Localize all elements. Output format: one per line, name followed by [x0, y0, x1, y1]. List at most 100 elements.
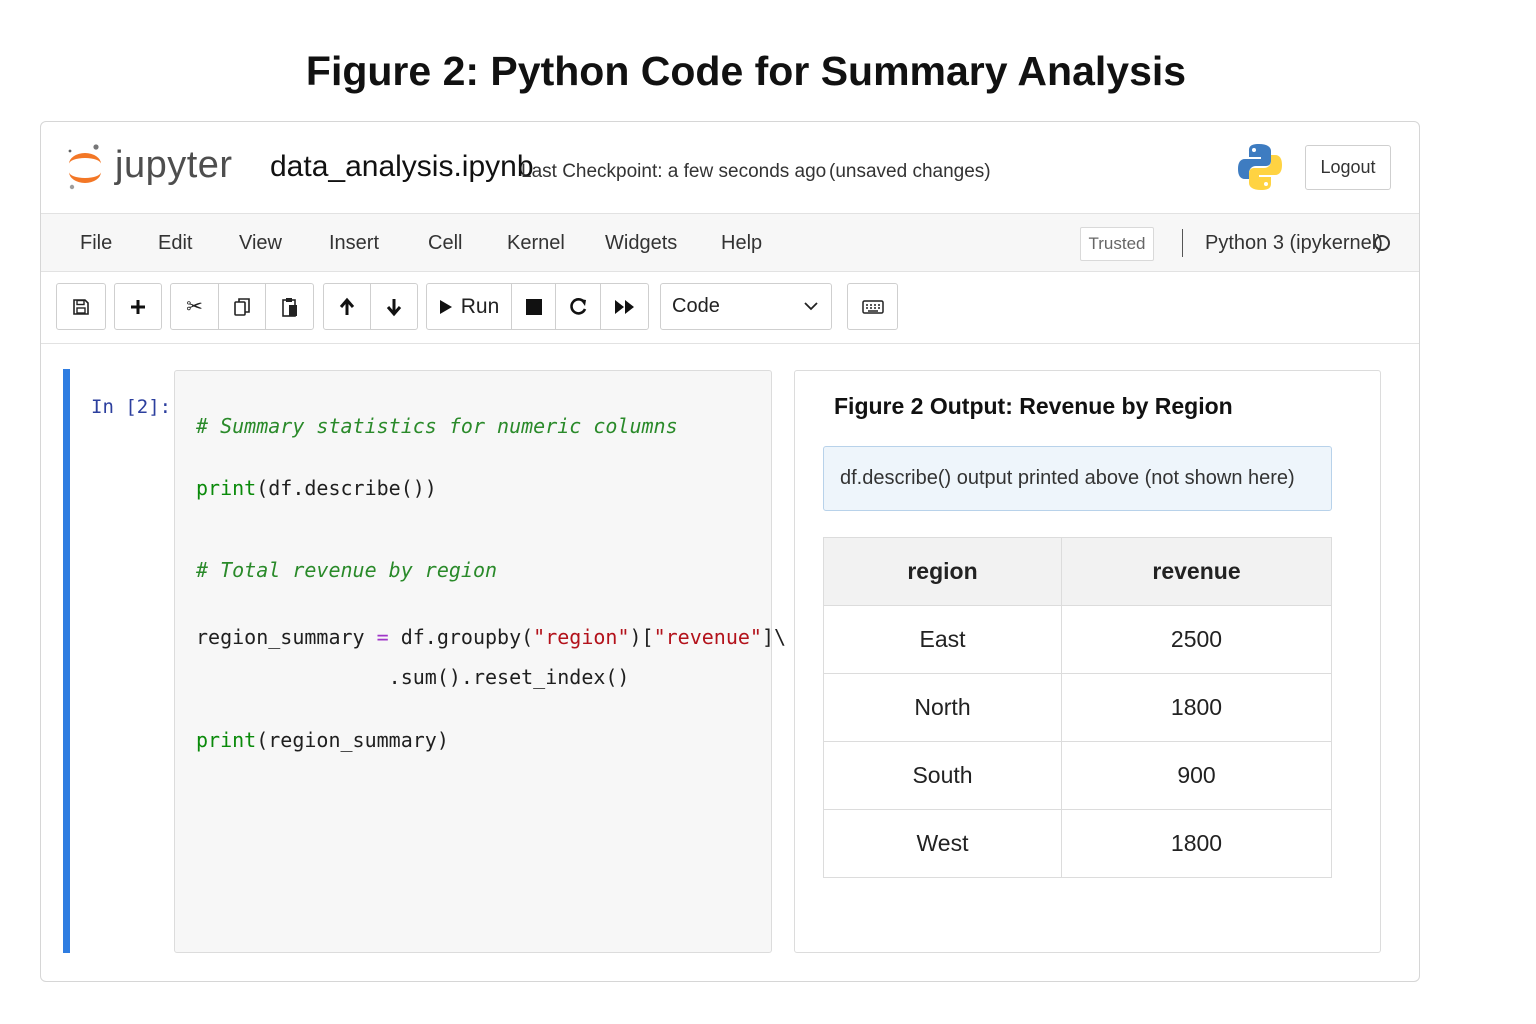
figure-title: Figure 2: Python Code for Summary Analys… — [305, 48, 1187, 94]
restart-button[interactable] — [556, 284, 601, 329]
column-header-revenue: revenue — [1061, 537, 1332, 606]
checkpoint-status: Last Checkpoint: a few seconds ago — [521, 161, 827, 182]
paste-button[interactable] — [266, 284, 313, 329]
scissors-icon: ✂ — [186, 296, 203, 318]
table-row: South 900 — [823, 741, 1332, 810]
code-token: (region_summary) — [256, 728, 449, 752]
run-button[interactable]: Run — [427, 284, 512, 329]
menu-file[interactable]: File — [80, 232, 112, 255]
fast-forward-icon — [614, 299, 634, 314]
region-cell: South — [823, 741, 1062, 810]
output-title: Figure 2 Output: Revenue by Region — [834, 393, 1233, 419]
region-cell: West — [823, 809, 1062, 878]
code-token: print — [196, 728, 257, 752]
cut-button[interactable]: ✂ — [171, 284, 219, 329]
menu-view[interactable]: View — [239, 232, 282, 255]
kernel-divider — [1182, 229, 1183, 257]
cell-type-select[interactable]: Code — [660, 283, 832, 330]
menu-bar: File Edit View Insert Cell Kernel Widget… — [41, 214, 1419, 272]
arrow-down-icon — [386, 298, 402, 316]
stop-icon — [525, 298, 542, 315]
column-header-region: region — [823, 537, 1062, 606]
code-token: = — [376, 625, 389, 649]
code-line: # Summary statistics for numeric columns — [196, 414, 678, 438]
menu-insert[interactable]: Insert — [329, 232, 379, 255]
run-all-button[interactable] — [601, 284, 648, 329]
menu-cell[interactable]: Cell — [428, 232, 462, 255]
restart-icon — [570, 297, 587, 315]
shortcuts-group — [847, 283, 898, 330]
notebook-name[interactable]: data_analysis.ipynb — [270, 150, 534, 184]
keyboard-icon — [861, 299, 884, 314]
code-token: "revenue" — [653, 625, 762, 649]
save-icon — [73, 298, 89, 315]
table-row: West 1800 — [823, 809, 1332, 878]
unsaved-indicator: (unsaved changes) — [829, 161, 991, 182]
code-token: # Total revenue by region — [196, 558, 498, 582]
region-cell: East — [823, 605, 1062, 674]
run-group: Run — [426, 283, 649, 330]
logout-button[interactable]: Logout — [1305, 145, 1391, 190]
insert-group — [114, 283, 162, 330]
run-label: Run — [460, 294, 500, 318]
copy-icon — [234, 297, 250, 316]
code-line: print(df.describe()) — [196, 476, 437, 500]
plus-icon — [131, 299, 145, 314]
cell-prompt: In [2]: — [91, 396, 172, 418]
python-logo-icon — [1238, 144, 1282, 190]
code-token: region_summary — [196, 625, 377, 649]
chevron-down-icon — [804, 302, 818, 311]
interrupt-button[interactable] — [512, 284, 556, 329]
insert-cell-button[interactable] — [115, 284, 161, 329]
trusted-badge[interactable]: Trusted — [1080, 227, 1154, 261]
menu-widgets[interactable]: Widgets — [605, 232, 677, 255]
table-row: North 1800 — [823, 673, 1332, 742]
revenue-table: region revenue East 2500 North 1800 Sout… — [823, 537, 1332, 878]
revenue-cell: 1800 — [1061, 673, 1332, 742]
keyboard-shortcuts-button[interactable] — [848, 284, 897, 329]
output-note: df.describe() output printed above (not … — [823, 446, 1332, 511]
edit-group: ✂ — [170, 283, 314, 330]
copy-button[interactable] — [219, 284, 266, 329]
selected-cell-indicator — [63, 369, 70, 953]
code-token: ]\ — [761, 625, 787, 649]
code-line: print(region_summary) — [196, 728, 449, 752]
move-up-button[interactable] — [324, 284, 371, 329]
code-token: .sum().reset_index() — [196, 665, 630, 689]
arrow-up-icon — [339, 297, 355, 315]
kernel-name[interactable]: Python 3 (ipykernel) — [1205, 232, 1383, 255]
cell-type-value: Code — [672, 295, 720, 317]
move-group — [323, 283, 418, 330]
play-icon — [439, 299, 452, 314]
menu-kernel[interactable]: Kernel — [507, 232, 565, 255]
save-button[interactable] — [57, 284, 105, 329]
move-down-button[interactable] — [371, 284, 417, 329]
code-token: # Summary statistics for numeric columns — [196, 414, 678, 438]
revenue-cell: 2500 — [1061, 605, 1332, 674]
code-editor[interactable]: # Summary statistics for numeric columns… — [174, 370, 786, 953]
code-line: region_summary = df.groupby("region")["r… — [196, 625, 786, 649]
notebook-toolbar: ✂ Run Code — [41, 272, 1419, 344]
code-line: # Total revenue by region — [196, 558, 497, 582]
kernel-idle-indicator-icon — [1374, 235, 1390, 251]
output-panel: Figure 2 Output: Revenue by Region df.de… — [794, 370, 1381, 953]
table-row: East 2500 — [823, 605, 1332, 674]
region-cell: North — [823, 673, 1062, 742]
jupyter-logo-text: jupyter — [115, 144, 233, 186]
jupyter-window: jupyter data_analysis.ipynb Last Checkpo… — [40, 121, 1420, 982]
jupyter-logo-icon — [68, 144, 101, 190]
save-group — [56, 283, 106, 330]
code-token: (df.describe()) — [256, 476, 437, 500]
code-token: print — [196, 476, 257, 500]
revenue-cell: 900 — [1061, 741, 1332, 810]
menu-edit[interactable]: Edit — [158, 232, 192, 255]
code-token: "region" — [533, 625, 630, 649]
code-token: )[ — [629, 625, 654, 649]
revenue-cell: 1800 — [1061, 809, 1332, 878]
code-line: .sum().reset_index() — [196, 665, 630, 689]
table-header-row: region revenue — [823, 537, 1332, 606]
paste-icon — [281, 297, 297, 317]
code-token: df.groupby( — [388, 625, 534, 649]
menu-help[interactable]: Help — [721, 232, 762, 255]
notebook-header: jupyter data_analysis.ipynb Last Checkpo… — [41, 122, 1419, 214]
